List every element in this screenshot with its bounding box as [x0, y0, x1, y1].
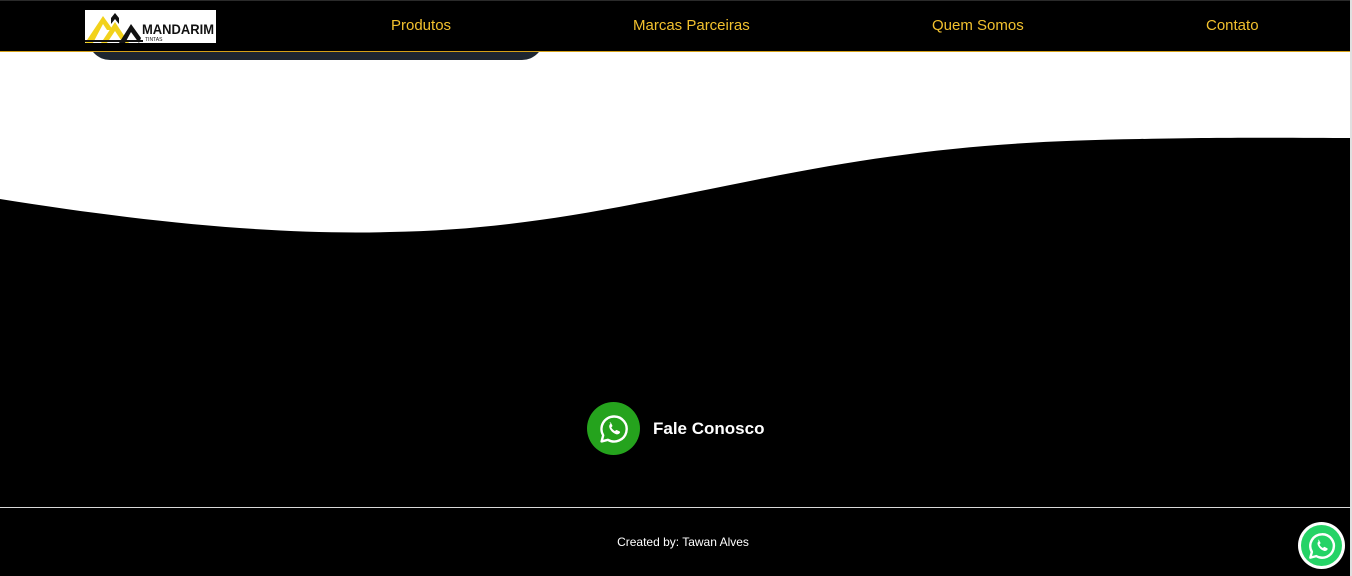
- nav-link-marcas-parceiras[interactable]: Marcas Parceiras: [633, 17, 750, 34]
- floating-whatsapp-button[interactable]: [1298, 522, 1345, 569]
- footer: Created by: Tawan Alves: [0, 507, 1352, 576]
- nav-link-produtos[interactable]: Produtos: [391, 17, 451, 34]
- nav-link-quem-somos[interactable]: Quem Somos: [932, 17, 1024, 34]
- nav-link-contato[interactable]: Contato: [1206, 17, 1259, 34]
- logo-brand-text: MANDARIM: [142, 21, 214, 37]
- roof-logo-icon: MANDARIM TINTAS: [85, 10, 216, 43]
- logo-subtitle-text: TINTAS: [145, 37, 163, 43]
- footer-credits: Created by: Tawan Alves: [617, 535, 749, 549]
- top-navbar: MANDARIM TINTAS Produtos Marcas Parceira…: [0, 0, 1352, 52]
- whatsapp-icon: [587, 402, 640, 455]
- fale-conosco-button[interactable]: Fale Conosco: [587, 402, 764, 455]
- brand-logo[interactable]: MANDARIM TINTAS: [85, 10, 216, 43]
- whatsapp-icon: [1301, 525, 1342, 566]
- fale-conosco-label: Fale Conosco: [653, 418, 765, 438]
- page: MANDARIM TINTAS Produtos Marcas Parceira…: [0, 0, 1352, 576]
